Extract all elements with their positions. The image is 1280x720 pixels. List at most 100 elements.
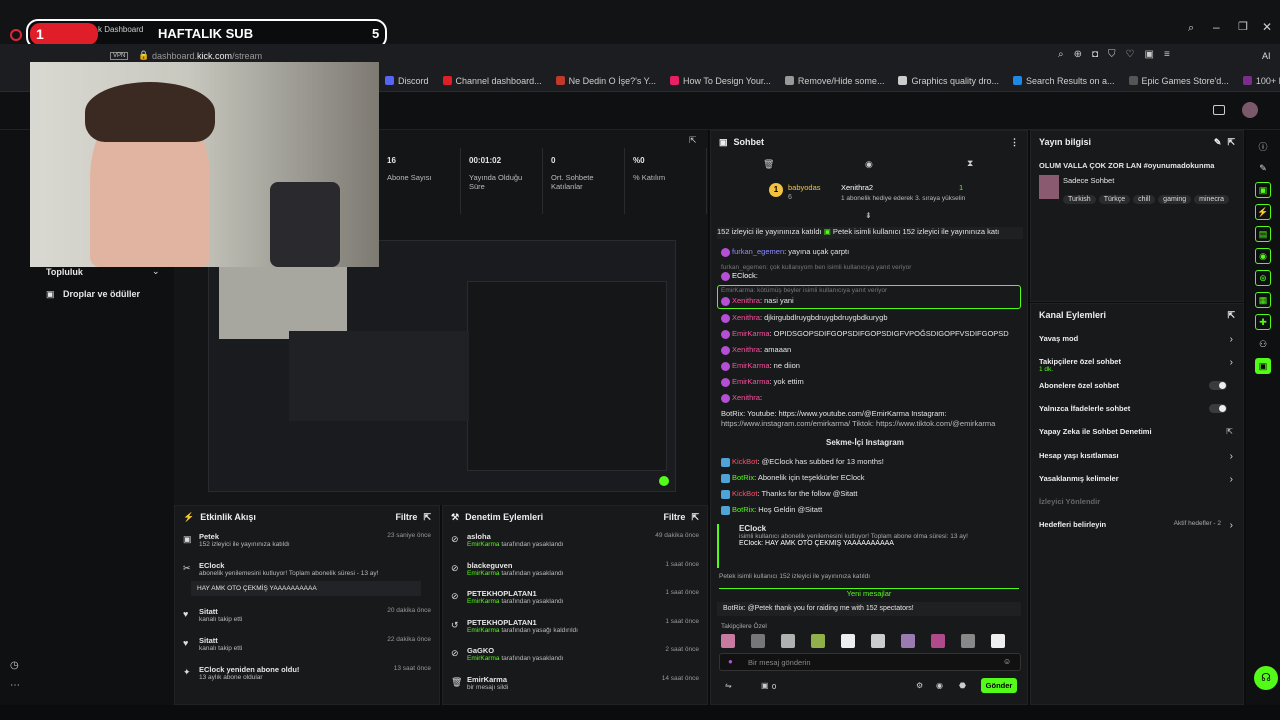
people-icon[interactable]: ⚇ — [1255, 336, 1271, 352]
chat-message[interactable]: EmirKarma: ne diion — [711, 361, 1021, 371]
moderator-name[interactable]: EmirKarma — [467, 541, 500, 548]
chat-message[interactable]: Xenithra: — [711, 393, 1021, 403]
bookmark-item[interactable]: Channel dashboard... — [442, 76, 542, 86]
chat-username[interactable]: EmirKarma — [732, 361, 770, 370]
moderation-item[interactable]: ⊘ blackeguven 1 saat önce EmirKarma tarafın… — [443, 561, 707, 577]
hourglass-icon[interactable]: ⧗ — [967, 158, 973, 169]
add-tool-icon[interactable]: ▣ — [1255, 358, 1271, 374]
chat-message[interactable]: furkan_egemen: yayına uçak çarptı — [711, 247, 1021, 257]
chat-username[interactable]: KickBot — [732, 457, 757, 466]
popout-icon[interactable]: ⇱ — [423, 512, 431, 523]
stream-tag[interactable]: Türkçe — [1098, 195, 1131, 204]
moderation-item[interactable]: ↺ PETEKHOPLATAN1 1 saat önce EmirKarma tara… — [443, 618, 707, 634]
emote-icon[interactable] — [991, 634, 1005, 648]
nav-drops[interactable]: Droplar ve ödüller — [63, 289, 140, 299]
camera-icon[interactable]: ◘ — [1092, 49, 1098, 60]
gifter1-name[interactable]: babyodas — [788, 183, 821, 192]
chat-message[interactable]: BotRix: Hoş Geldin @Sitatt — [711, 505, 1021, 515]
activity-filter[interactable]: Filtre — [395, 512, 417, 522]
badge-icon[interactable]: ⬣ — [959, 681, 966, 690]
emote-icon[interactable] — [961, 634, 975, 648]
channel-action-item[interactable]: İzleyici Yönlendir — [1031, 497, 1243, 506]
bookmark-item[interactable]: Remove/Hide some... — [784, 76, 884, 86]
moderator-name[interactable]: EmirKarma — [467, 655, 500, 662]
chat-message[interactable]: BotRix: Abonelik için teşekkürler EClock — [711, 473, 1021, 483]
moderation-item[interactable]: 🗑 EmirKarma 14 saat önce bir mesajı sildi — [443, 675, 707, 691]
search-icon[interactable]: ⌕ — [1058, 49, 1064, 60]
emote-icon[interactable] — [931, 634, 945, 648]
chat-message[interactable]: KickBot: @EClock has subbed for 13 month… — [711, 457, 1021, 467]
send-button[interactable]: Gönder — [981, 678, 1017, 693]
popout-icon[interactable]: ⇱ — [689, 135, 697, 146]
emote-icon[interactable] — [751, 634, 765, 648]
url-text[interactable]: dashboard.kick.com/stream — [152, 51, 262, 61]
chat-username[interactable]: KickBot — [732, 489, 757, 498]
chevron-down-icon[interactable]: ⌄ — [152, 266, 160, 277]
moderator-name[interactable]: EmirKarma — [467, 570, 500, 577]
instagram-tab[interactable]: Sekme-İçi Instagram — [826, 438, 904, 447]
mic-icon[interactable]: ● — [728, 657, 733, 666]
toggle-switch[interactable] — [1209, 403, 1227, 413]
chat-username[interactable]: Xenithra — [732, 345, 760, 354]
emote-icon[interactable] — [781, 634, 795, 648]
tool-5-icon[interactable]: ⊛ — [1255, 270, 1271, 286]
bookmark-item[interactable]: Discord — [385, 76, 429, 86]
info-icon[interactable]: ⓘ — [1255, 138, 1271, 154]
moderator-name[interactable]: EmirKarma — [467, 627, 500, 634]
chat-message[interactable]: EmirKarma: OPIDSGOPSDIFGOPSDIFGOPSDIGFVP… — [711, 329, 1021, 339]
emote-icon[interactable] — [811, 634, 825, 648]
chat-username[interactable]: EmirKarma — [732, 329, 770, 338]
stream-tag[interactable]: gaming — [1158, 195, 1192, 204]
chat-username[interactable]: BotRix — [732, 505, 754, 514]
toggle-switch[interactable] — [1209, 380, 1227, 390]
emote-icon[interactable] — [871, 634, 885, 648]
bookmark-item[interactable]: Graphics quality dro... — [898, 76, 999, 86]
tool-1-icon[interactable]: ▣ — [1255, 182, 1271, 198]
channel-action-item[interactable]: Yavaş mod › — [1031, 334, 1243, 345]
wrench-icon[interactable]: ✚ — [1255, 314, 1271, 330]
channel-action-item[interactable]: Takipçilere özel sohbet 1 dk. › — [1031, 357, 1243, 373]
chat-username[interactable]: EmirKarma — [732, 377, 770, 386]
bookmark-item[interactable]: Ne Dedin O İşe?'s Y... — [555, 76, 656, 86]
more-icon[interactable]: ⋯ — [10, 680, 20, 691]
nav-community[interactable]: Topluluk — [46, 267, 83, 277]
new-messages-label[interactable]: Yeni mesajlar — [842, 589, 896, 598]
link-icon[interactable]: ⇋ — [725, 681, 732, 690]
emote-icon[interactable] — [841, 634, 855, 648]
moderation-item[interactable]: ⊘ PETEKHOPLATAN1 1 saat önce EmirKarma tara… — [443, 589, 707, 605]
avatar[interactable] — [1242, 102, 1258, 118]
stream-tag[interactable]: chill — [1133, 195, 1156, 204]
close-window-icon[interactable]: ✕ — [1262, 20, 1272, 34]
channel-action-item[interactable]: Hedefleri belirleyin Aktif hedefler - 2 › — [1031, 520, 1243, 531]
chat-bubble-icon[interactable]: ◉ — [936, 681, 943, 690]
activity-item[interactable]: ▣ Petek 23 saniye önce 152 izleyici ile yay… — [175, 532, 439, 548]
popout-icon[interactable]: ⇱ — [1227, 137, 1235, 148]
history-icon[interactable]: ◷ — [10, 660, 19, 671]
chat-icon[interactable]: ◉ — [865, 159, 873, 170]
stream-tag[interactable]: minecra — [1194, 195, 1230, 204]
chat-message[interactable]: Xenithra: amaaan — [711, 345, 1021, 355]
resub-name[interactable]: EClock — [739, 524, 1021, 533]
moderation-filter[interactable]: Filtre — [663, 512, 685, 522]
activity-item[interactable]: ✦ EClock yeniden abone oldu! 13 saat önce 1… — [175, 665, 439, 681]
channel-action-item[interactable]: Hesap yaşı kısıtlaması › — [1031, 451, 1243, 462]
tool-4-icon[interactable]: ◉ — [1255, 248, 1271, 264]
menu-icon[interactable]: ≡ — [1164, 49, 1170, 60]
trash-icon[interactable]: 🗑 — [763, 159, 774, 170]
gifter2-name[interactable]: Xenithra2 — [841, 183, 873, 192]
help-chat-icon[interactable]: ☊ — [1254, 666, 1278, 690]
chat-username[interactable]: Xenithra — [732, 313, 760, 322]
emoji-icon[interactable]: ☺ — [1003, 657, 1011, 666]
channel-action-item[interactable]: Yasaklanmış kelimeler › — [1031, 474, 1243, 485]
heart-icon[interactable]: ♡ — [1126, 49, 1135, 60]
cube-icon[interactable]: ▣ — [1145, 49, 1154, 60]
emote-icon[interactable] — [901, 634, 915, 648]
chat-message[interactable]: Xenithra: djkirgubdlruygbdruygbdruygbdku… — [711, 313, 1021, 323]
tool-2-icon[interactable]: ⚡ — [1255, 204, 1271, 220]
chat-username[interactable]: furkan_egemen — [732, 247, 784, 256]
channel-action-item[interactable]: Abonelere özel sohbet — [1031, 380, 1243, 390]
tool-6-icon[interactable]: ▦ — [1255, 292, 1271, 308]
stream-tag[interactable]: Turkish — [1063, 195, 1096, 204]
moderation-item[interactable]: ⊘ asloha 49 dakika önce EmirKarma tarafında… — [443, 532, 707, 548]
vpn-badge[interactable]: VPN — [110, 52, 129, 60]
